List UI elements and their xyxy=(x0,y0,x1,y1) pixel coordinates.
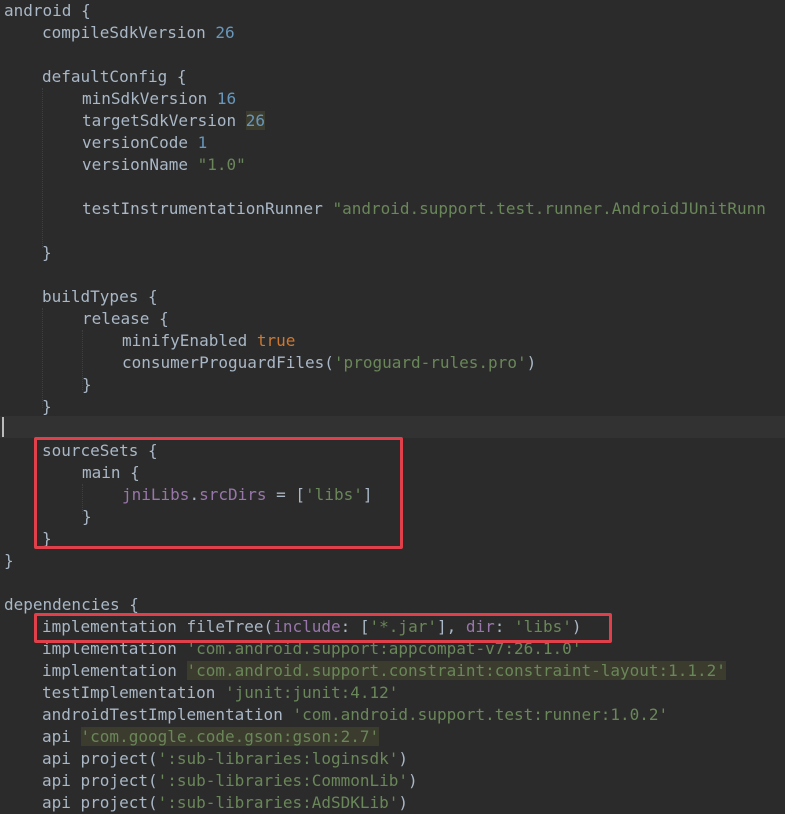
code-line-1: android { xyxy=(4,1,91,20)
code-line-36: api project(':sub-libraries:CommonLib') xyxy=(42,771,418,790)
code-line-17: consumerProguardFiles('proguard-rules.pr… xyxy=(122,353,537,372)
code-line-19: } xyxy=(42,397,52,416)
code-line-26: } xyxy=(4,551,14,570)
code-line-7: versionCode 1 xyxy=(82,133,208,152)
code-line-18: } xyxy=(82,375,92,394)
code-line-37: api project(':sub-libraries:AdSDKLib') xyxy=(42,793,409,812)
annotation-box-filetree xyxy=(34,613,612,643)
code-editor[interactable]: android { compileSdkVersion 26 defaultCo… xyxy=(0,0,785,813)
code-line-10: testInstrumentationRunner "android.suppo… xyxy=(82,199,766,218)
code-line-14: buildTypes { xyxy=(42,287,158,306)
code-line-6: targetSdkVersion 26 xyxy=(82,111,266,130)
code-line-15: release { xyxy=(82,309,169,328)
code-line-33: androidTestImplementation 'com.android.s… xyxy=(42,705,669,724)
code-line-12: } xyxy=(42,243,52,262)
code-line-2: compileSdkVersion 26 xyxy=(42,23,235,42)
annotation-box-sourcesets xyxy=(34,437,403,549)
code-line-34: api 'com.google.code.gson:gson:2.7' xyxy=(42,727,380,746)
current-line xyxy=(0,416,785,438)
code-line-31: implementation 'com.android.support.cons… xyxy=(42,661,726,680)
text-caret xyxy=(2,417,4,437)
code-line-5: minSdkVersion 16 xyxy=(82,89,237,108)
code-line-8: versionName "1.0" xyxy=(82,155,246,174)
code-line-16: minifyEnabled true xyxy=(122,331,296,350)
code-line-32: testImplementation 'junit:junit:4.12' xyxy=(42,683,399,702)
code-line-35: api project(':sub-libraries:loginsdk') xyxy=(42,749,409,768)
code-line-4: defaultConfig { xyxy=(42,67,187,86)
